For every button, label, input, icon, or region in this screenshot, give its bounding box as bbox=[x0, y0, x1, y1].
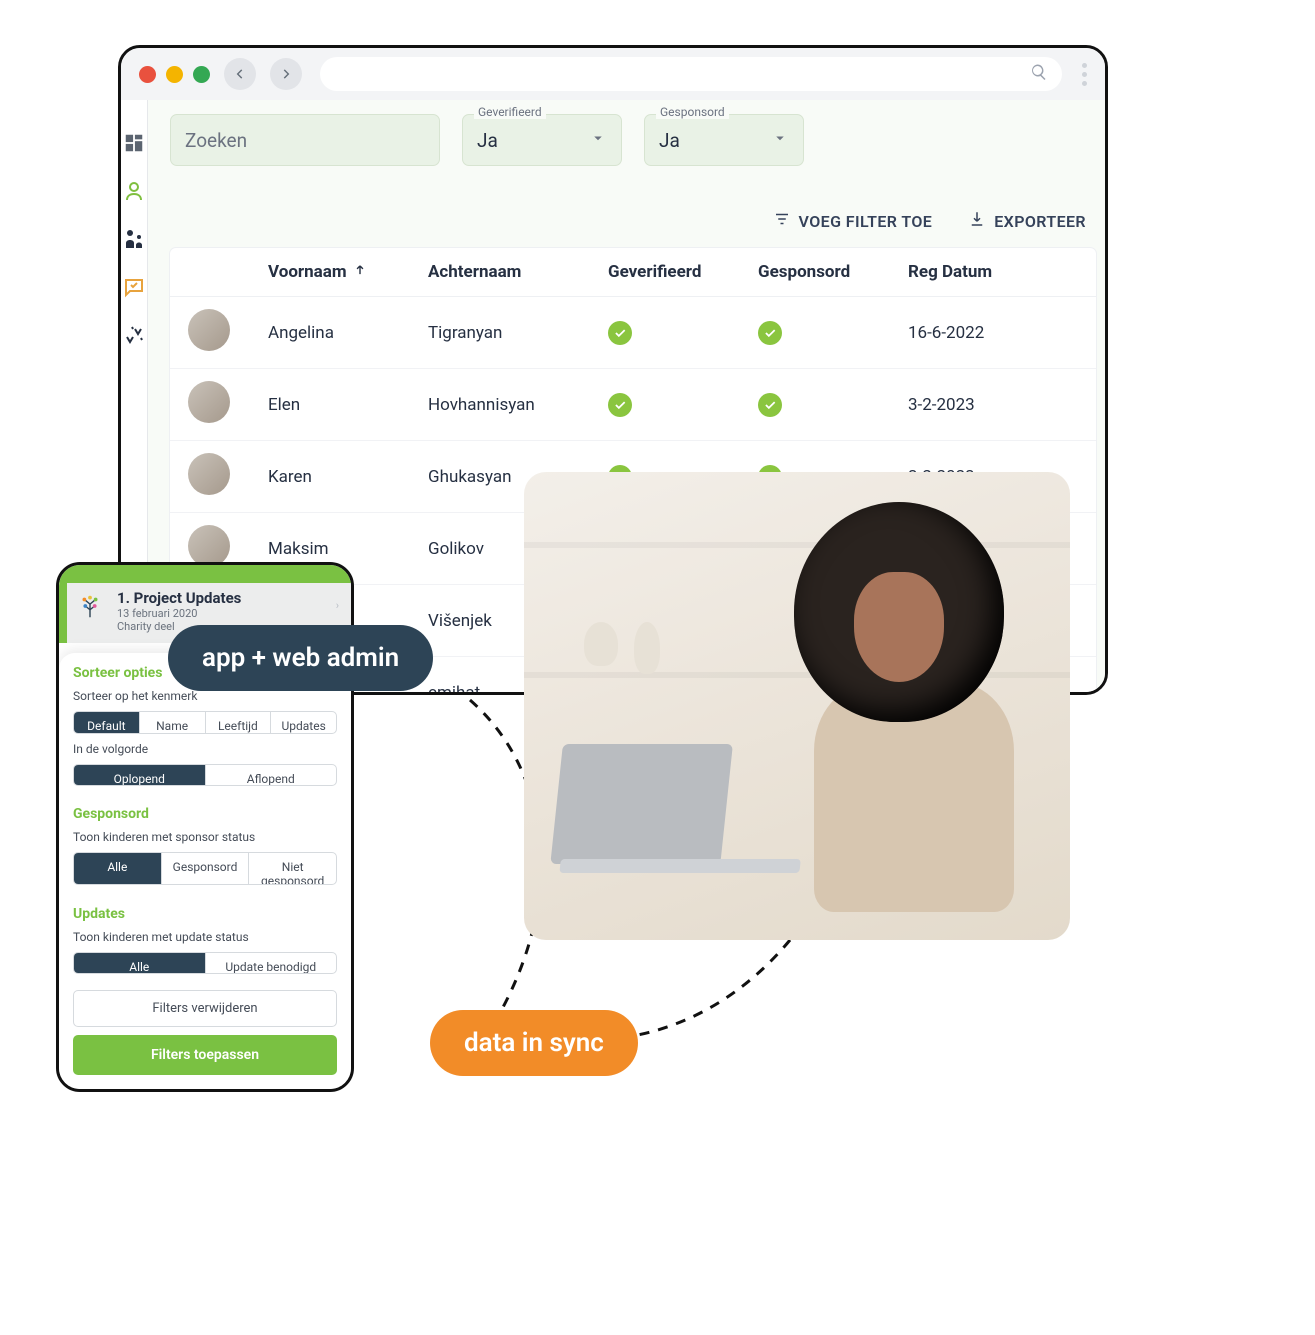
table-actions: VOEG FILTER TOE EXPORTEER bbox=[170, 210, 1086, 232]
browser-chrome-bar bbox=[121, 48, 1105, 100]
cell-sponsored bbox=[758, 321, 908, 345]
verified-filter-value: Ja bbox=[477, 129, 498, 152]
apply-filters-button[interactable]: Filters toepassen bbox=[73, 1035, 337, 1075]
check-icon bbox=[758, 321, 782, 345]
nav-forward-button[interactable] bbox=[270, 58, 302, 90]
seg-option[interactable]: Alle bbox=[74, 853, 162, 884]
sponsored-sub: Toon kinderen met sponsor status bbox=[73, 830, 337, 844]
search-placeholder: Zoeken bbox=[185, 129, 247, 152]
export-label: EXPORTEER bbox=[994, 212, 1086, 231]
clear-filters-button[interactable]: Filters verwijderen bbox=[73, 990, 337, 1027]
filter-icon bbox=[773, 210, 791, 232]
filter-sheet: Sorteer opties Sorteer op het kenmerk De… bbox=[59, 653, 351, 1089]
seg-option[interactable]: Default bbox=[74, 712, 140, 733]
updates-title: Updates bbox=[73, 906, 337, 922]
chevron-down-icon bbox=[589, 129, 607, 152]
chevron-right-icon: › bbox=[336, 589, 339, 612]
sponsored-filter-value: Ja bbox=[659, 129, 680, 152]
check-icon bbox=[608, 321, 632, 345]
seg-option[interactable]: Update benodigd bbox=[206, 953, 337, 974]
order-label: In de volgorde bbox=[73, 742, 337, 756]
phone-date: 13 februari 2020 bbox=[117, 607, 326, 620]
avatar bbox=[188, 453, 230, 495]
cell-first: Elen bbox=[268, 395, 428, 415]
phone-title: 1. Project Updates bbox=[117, 589, 326, 607]
url-bar[interactable] bbox=[320, 57, 1062, 91]
seg-option[interactable]: Oplopend bbox=[74, 765, 206, 786]
seg-option[interactable]: Aflopend bbox=[206, 765, 337, 786]
updates-sub: Toon kinderen met update status bbox=[73, 930, 337, 944]
sponsored-filter[interactable]: Gesponsord Ja bbox=[644, 114, 804, 166]
search-icon bbox=[1030, 63, 1048, 85]
lifestyle-photo bbox=[524, 472, 1070, 940]
download-icon bbox=[968, 210, 986, 232]
sponsored-filter-label: Gesponsord bbox=[656, 105, 729, 119]
cell-last: Tigranyan bbox=[428, 323, 608, 343]
seg-option[interactable]: Updates bbox=[271, 712, 336, 733]
cell-reg: 3-2-2023 bbox=[908, 395, 1078, 415]
seg-option[interactable]: Alle bbox=[74, 953, 206, 974]
children-icon[interactable] bbox=[121, 178, 147, 204]
sponsored-title: Gesponsord bbox=[73, 806, 337, 822]
verified-filter-label: Geverifieerd bbox=[474, 105, 546, 119]
cell-first: Angelina bbox=[268, 323, 428, 343]
family-icon[interactable] bbox=[121, 226, 147, 252]
table-row[interactable]: AngelinaTigranyan 16-6-2022 bbox=[170, 297, 1096, 369]
sparkle-icon[interactable] bbox=[121, 322, 147, 348]
check-icon bbox=[608, 393, 632, 417]
browser-menu-icon[interactable] bbox=[1082, 63, 1087, 86]
sort-order-segmented[interactable]: OplopendAflopend bbox=[73, 764, 337, 787]
nav-back-button[interactable] bbox=[224, 58, 256, 90]
dashboard-icon[interactable] bbox=[121, 130, 147, 156]
avatar bbox=[188, 381, 230, 423]
cell-reg: 16-6-2022 bbox=[908, 323, 1078, 343]
messages-icon[interactable] bbox=[121, 274, 147, 300]
check-icon bbox=[758, 393, 782, 417]
window-min-dot[interactable] bbox=[166, 66, 183, 83]
sort-by-segmented[interactable]: DefaultNameLeeftijdUpdates bbox=[73, 711, 337, 734]
cell-first: Karen bbox=[268, 467, 428, 487]
cell-verified bbox=[608, 321, 758, 345]
col-reg[interactable]: Reg Datum bbox=[908, 262, 1078, 282]
cell-verified bbox=[608, 393, 758, 417]
sort-asc-icon bbox=[353, 262, 367, 282]
seg-option[interactable]: Gesponsord bbox=[162, 853, 250, 884]
col-sponsored[interactable]: Gesponsord bbox=[758, 262, 908, 282]
seg-option[interactable]: Niet gesponsord bbox=[249, 853, 336, 884]
col-achternaam[interactable]: Achternaam bbox=[428, 262, 608, 282]
cell-first: Maksim bbox=[268, 539, 428, 559]
search-input[interactable]: Zoeken bbox=[170, 114, 440, 166]
sort-sub: Sorteer op het kenmerk bbox=[73, 689, 337, 703]
col-voornaam[interactable]: Voornaam bbox=[268, 262, 428, 282]
col-verified[interactable]: Geverifieerd bbox=[608, 262, 758, 282]
cell-last: Hovhannisyan bbox=[428, 395, 608, 415]
add-filter-label: VOEG FILTER TOE bbox=[799, 212, 933, 231]
avatar bbox=[188, 309, 230, 351]
seg-option[interactable]: Name bbox=[140, 712, 206, 733]
sponsored-segmented[interactable]: AlleGesponsordNiet gesponsord bbox=[73, 852, 337, 885]
window-close-dot[interactable] bbox=[139, 66, 156, 83]
add-filter-button[interactable]: VOEG FILTER TOE bbox=[773, 210, 933, 232]
seg-option[interactable]: Leeftijd bbox=[206, 712, 272, 733]
window-max-dot[interactable] bbox=[193, 66, 210, 83]
cell-sponsored bbox=[758, 393, 908, 417]
chevron-down-icon bbox=[771, 129, 789, 152]
table-row[interactable]: ElenHovhannisyan 3-2-2023 bbox=[170, 369, 1096, 441]
filter-row: Zoeken Geverifieerd Ja Gesponsord Ja bbox=[170, 114, 1096, 166]
verified-filter[interactable]: Geverifieerd Ja bbox=[462, 114, 622, 166]
avatar bbox=[188, 525, 230, 567]
badge-app-web-admin: app + web admin bbox=[168, 625, 433, 691]
badge-data-in-sync: data in sync bbox=[430, 1010, 638, 1076]
logo-tree-icon bbox=[73, 589, 107, 623]
table-header: Voornaam Achternaam Geverifieerd Gespons… bbox=[170, 248, 1096, 297]
updates-segmented[interactable]: AlleUpdate benodigd bbox=[73, 952, 337, 975]
export-button[interactable]: EXPORTEER bbox=[968, 210, 1086, 232]
